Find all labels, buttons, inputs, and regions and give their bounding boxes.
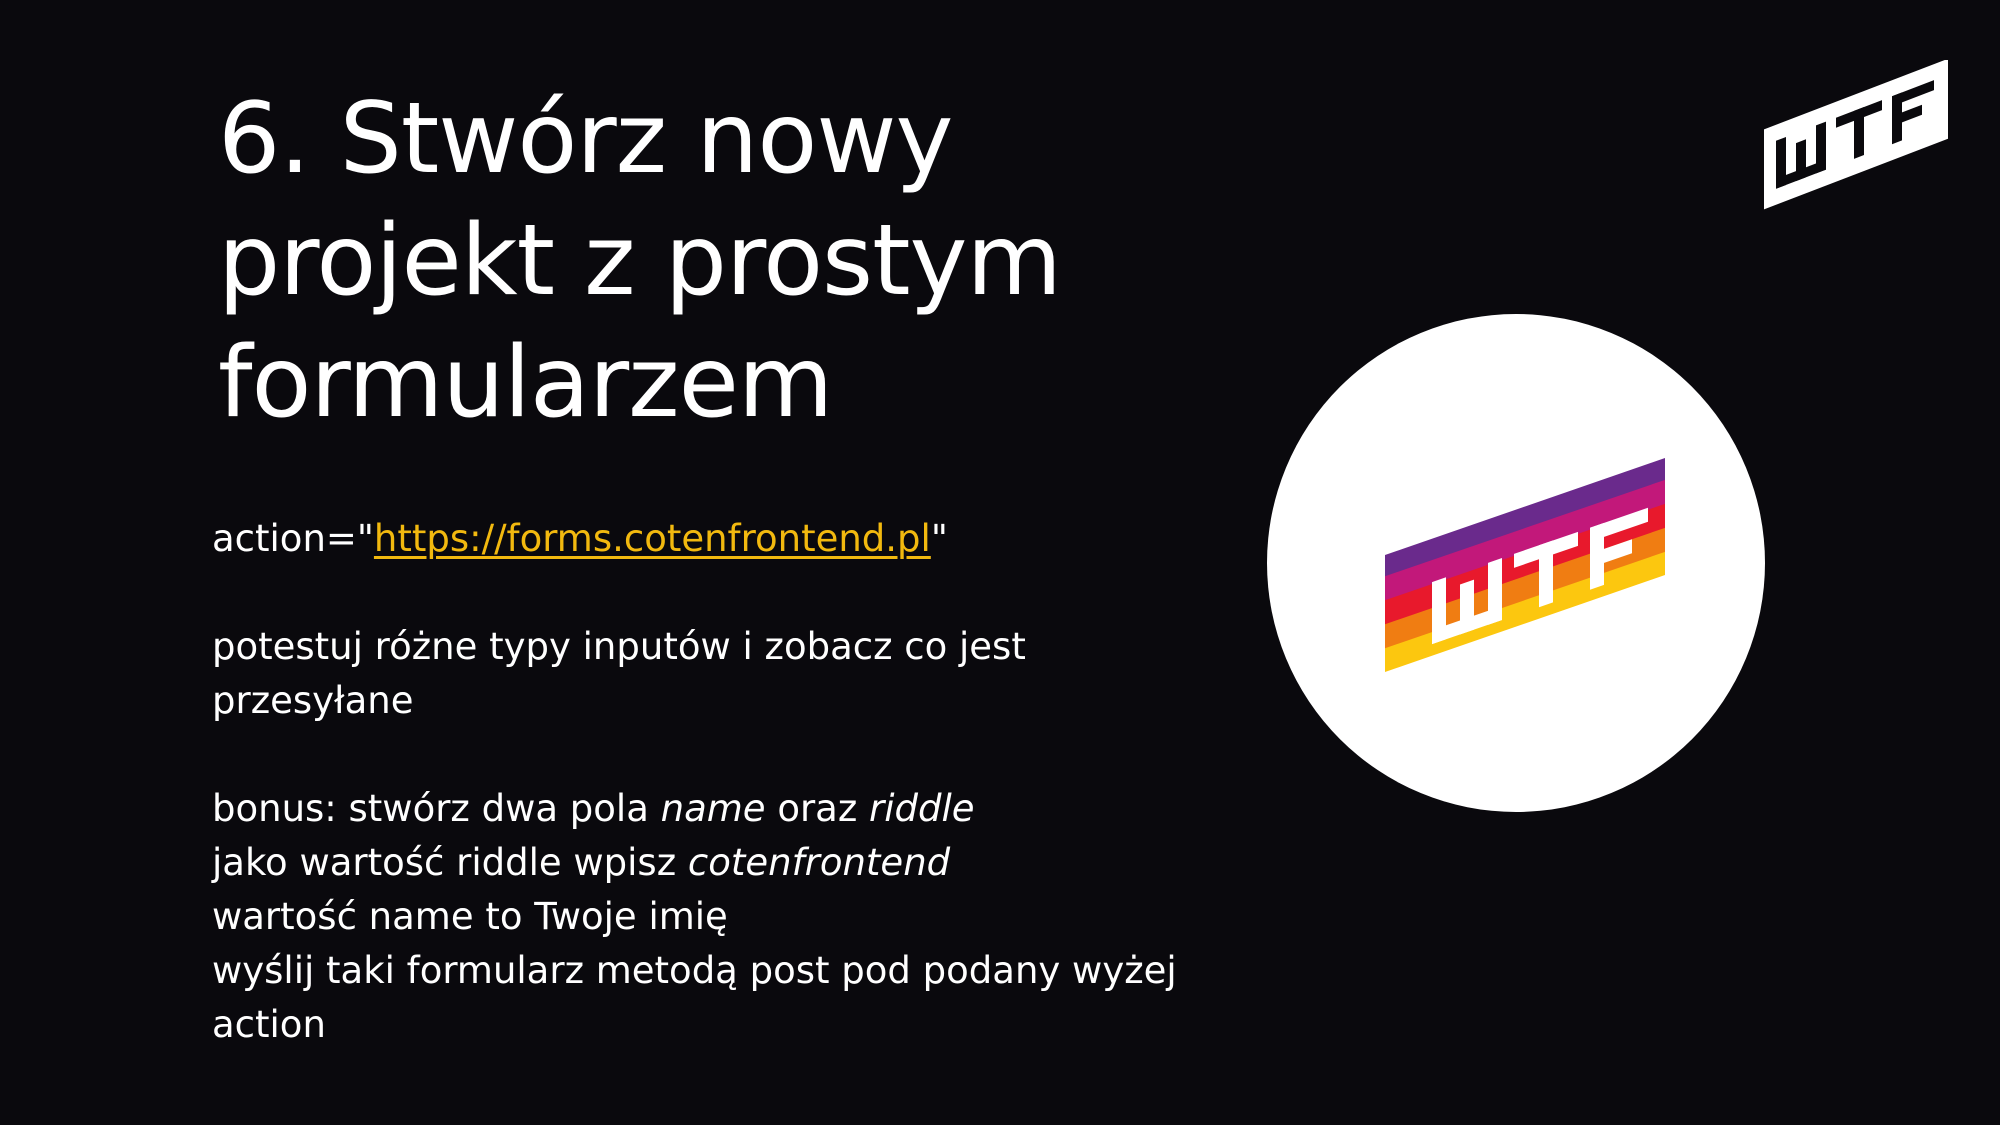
slide-title: 6. Stwórz nowy projekt z prostym formula… <box>218 78 1118 444</box>
title-line-3: formularzem <box>218 326 833 440</box>
bonus-line-1: bonus: stwórz dwa pola name oraz riddle <box>212 782 1172 836</box>
field-riddle-term: riddle <box>869 787 975 830</box>
title-line-2: projekt z prostym <box>218 204 1062 318</box>
slide-body: action="https://forms.cotenfrontend.pl" … <box>212 512 1177 1052</box>
bonus-line-4: wyślij taki formularz metodą post pod po… <box>212 949 1177 992</box>
riddle-value-term: cotenfrontend <box>687 841 951 884</box>
bonus-text: oraz <box>765 787 870 830</box>
bonus-text: bonus: stwórz dwa pola <box>212 787 661 830</box>
test-line-1: potestuj różne typy inputów i zobacz co … <box>212 625 1026 668</box>
test-line-2: przesyłane <box>212 679 414 722</box>
action-url-link[interactable]: https://forms.cotenfrontend.pl <box>374 517 931 560</box>
bonus-text: jako wartość riddle wpisz <box>212 841 688 884</box>
slide: 6. Stwórz nowy projekt z prostym formula… <box>0 0 2000 1125</box>
wtf-rainbow-logo-icon <box>1385 458 1665 672</box>
bonus-line-2: jako wartość riddle wpisz cotenfrontend <box>212 836 1172 890</box>
bonus-line-3: wartość name to Twoje imię <box>212 895 728 938</box>
action-line: action="https://forms.cotenfrontend.pl" <box>212 512 1172 566</box>
bonus-line-5: action <box>212 1003 326 1046</box>
field-name-term: name <box>660 787 766 830</box>
wtf-logo-icon <box>1764 60 1948 210</box>
action-suffix: " <box>930 517 948 560</box>
title-line-1: 6. Stwórz nowy <box>218 82 954 196</box>
action-prefix: action=" <box>212 517 374 560</box>
